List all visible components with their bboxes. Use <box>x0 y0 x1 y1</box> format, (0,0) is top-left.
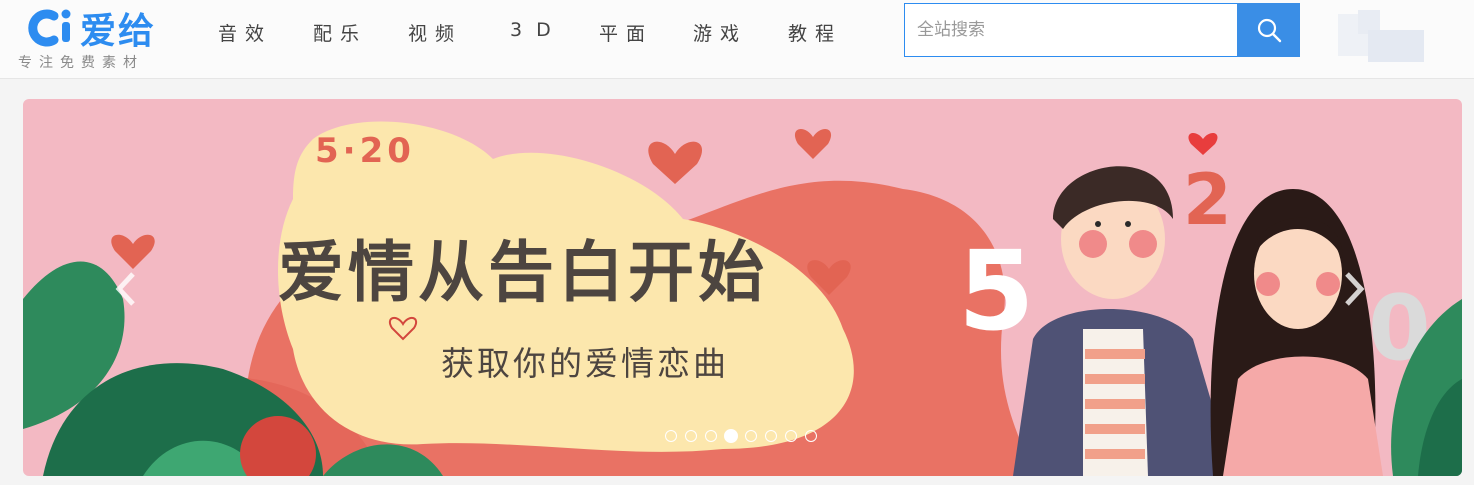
carousel-dot[interactable] <box>705 430 717 442</box>
search-input[interactable] <box>905 4 1239 56</box>
carousel-dot[interactable] <box>785 430 797 442</box>
chevron-right-icon <box>1345 272 1365 306</box>
logo-text: 爱给 <box>80 11 157 52</box>
top-header: 爱给 专注免费素材 音效 配乐 视频 3D 平面 游戏 教程 <box>0 0 1474 79</box>
carousel-dot[interactable] <box>805 430 817 442</box>
banner-date: 5·20 <box>315 131 415 171</box>
banner-headline: 爱情从告白开始 <box>278 234 768 311</box>
nav-item-graphic[interactable]: 平面 <box>599 19 653 46</box>
nav-item-tutorial[interactable]: 教程 <box>788 19 842 46</box>
nav-item-game[interactable]: 游戏 <box>693 19 747 46</box>
carousel-dot[interactable] <box>685 430 697 442</box>
nav-item-3d[interactable]: 3D <box>510 19 565 41</box>
carousel-dot[interactable] <box>765 430 777 442</box>
carousel-prev-button[interactable] <box>115 271 137 307</box>
logo-slogan: 专注免费素材 <box>18 55 144 71</box>
svg-text:2: 2 <box>1183 159 1232 241</box>
nav-item-music[interactable]: 配乐 <box>313 19 367 46</box>
banner-subline: 获取你的爱情恋曲 <box>441 344 729 383</box>
logo-mark-icon <box>28 9 71 47</box>
carousel-dot[interactable] <box>745 430 757 442</box>
search-icon <box>1257 18 1281 43</box>
user-avatar[interactable] <box>1338 10 1426 62</box>
nav-item-sound[interactable]: 音效 <box>218 19 272 46</box>
svg-text:5: 5 <box>958 227 1035 355</box>
hero-carousel[interactable]: 5 2 0 5·20 爱情从告白开始 获取你的爱情恋曲 <box>23 99 1462 476</box>
search-button[interactable] <box>1237 3 1300 57</box>
carousel-dot-active[interactable] <box>724 429 738 443</box>
carousel-next-button[interactable] <box>1343 271 1365 307</box>
chevron-left-icon <box>115 272 135 306</box>
nav-item-video[interactable]: 视频 <box>408 19 462 46</box>
site-logo[interactable]: 爱给 专注免费素材 <box>18 2 168 72</box>
carousel-dot[interactable] <box>665 430 677 442</box>
search-box <box>904 3 1300 57</box>
